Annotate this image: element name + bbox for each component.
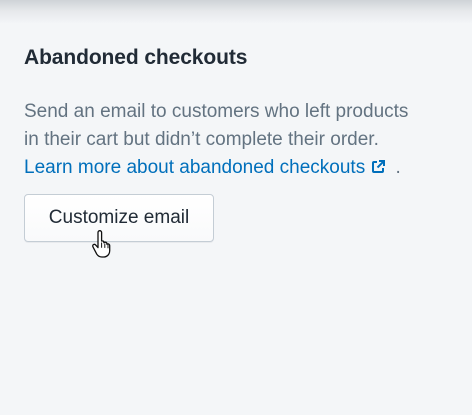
learn-more-line: Learn more about abandoned checkouts .: [24, 154, 454, 182]
customize-email-button[interactable]: Customize email: [24, 194, 214, 242]
description-line-1: Send an email to customers who left prod…: [24, 101, 409, 122]
section-title: Abandoned checkouts: [24, 46, 248, 69]
description-line-2: in their cart but didn’t complete their …: [24, 129, 379, 150]
trailing-period: .: [395, 157, 401, 178]
hand-pointer-icon: [90, 230, 114, 258]
window-top-shadow: [0, 0, 472, 24]
learn-more-link-text: Learn more about abandoned checkouts: [24, 157, 366, 178]
section-description: Send an email to customers who left prod…: [24, 98, 454, 182]
external-link-icon: [371, 155, 386, 173]
learn-more-link[interactable]: Learn more about abandoned checkouts: [24, 157, 390, 178]
abandoned-checkouts-section: Abandoned checkouts Send an email to cus…: [24, 44, 454, 182]
